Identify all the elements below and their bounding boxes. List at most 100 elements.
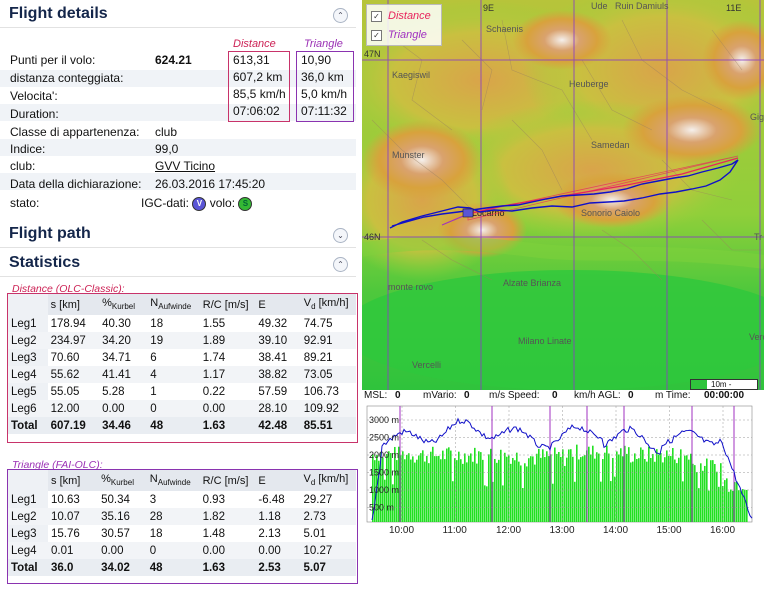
stats-cell: 1.55 bbox=[202, 317, 226, 330]
stats-cell: 39.10 bbox=[255, 332, 301, 349]
stats-cell: 0 bbox=[146, 542, 200, 559]
stats-column-header: %Kurbel bbox=[99, 294, 148, 315]
stats-row: Leg5 55.05 5.28 1 0.22 57.59 106.73 bbox=[8, 383, 356, 400]
stats-row: Leg1 10.63 50.34 3 0.93 -6.48 29.27 bbox=[8, 491, 356, 508]
stats-column-header: E bbox=[255, 294, 301, 315]
stats-cell: 1.48 bbox=[202, 527, 225, 540]
stats-cell: 35.16 bbox=[98, 508, 147, 525]
igc-label: IGC-dati: bbox=[141, 196, 190, 210]
stats-cell: 29.27 bbox=[303, 493, 333, 506]
volo-status-icon[interactable]: S bbox=[238, 196, 253, 211]
terrain-map[interactable]: 9E 11E 47N 46N Schaenis Ude Ruin Damiuls… bbox=[362, 0, 764, 390]
map-place-label: Veront bbox=[749, 332, 764, 342]
legend-triangle-label: Triangle bbox=[388, 29, 427, 41]
agl-value: 0 bbox=[628, 390, 634, 401]
left-panel: Flight details ⌃ Distance Triangle Punti… bbox=[0, 0, 362, 598]
stats-cell: 0.00 bbox=[199, 400, 256, 417]
stats-total-cell: 1.63 bbox=[199, 417, 256, 434]
stats-total-cell: 607.19 bbox=[47, 417, 100, 434]
legend-distance-toggle[interactable]: ✓ Distance bbox=[371, 10, 431, 22]
time-label: m Time: bbox=[655, 390, 691, 401]
distance-values-box: 613,31 607,2 km 85,5 km/h 07:06:02 bbox=[228, 51, 290, 122]
stats-cell: 10.63 bbox=[51, 493, 80, 506]
stats-cell: 73.05 bbox=[300, 366, 356, 383]
grid-label: 11E bbox=[726, 3, 741, 13]
triangle-points: 10,90 bbox=[301, 53, 332, 67]
x-axis-label: 12:00 bbox=[496, 525, 521, 536]
stats-cell: 1.74 bbox=[202, 351, 226, 364]
collapse-up-icon[interactable]: ⌃ bbox=[333, 257, 348, 272]
stats-cell: 15.76 bbox=[51, 527, 80, 540]
x-axis-label: 10:00 bbox=[389, 525, 414, 536]
stats-cell: 4 bbox=[147, 366, 200, 383]
map-place-label: monte rovo bbox=[388, 282, 433, 292]
stats-cell: 89.21 bbox=[303, 351, 333, 364]
stats-cell: 3 bbox=[149, 493, 157, 506]
scale-low-color bbox=[691, 380, 707, 389]
x-axis-label: 16:00 bbox=[710, 525, 735, 536]
agl-label: km/h AGL: bbox=[574, 390, 621, 401]
stats-column-header: Vd [km/h] bbox=[300, 294, 356, 315]
checkbox-checked-icon[interactable]: ✓ bbox=[371, 10, 382, 22]
detail-label: Duration: bbox=[10, 107, 59, 121]
club-link[interactable]: GVV Ticino bbox=[155, 159, 215, 173]
checkbox-checked-icon[interactable]: ✓ bbox=[371, 29, 382, 41]
stats-cell: 0.01 bbox=[48, 542, 99, 559]
stats-cell: 0 bbox=[147, 400, 200, 417]
stats-total-row: Total 607.19 34.46 48 1.63 42.48 85.51 bbox=[8, 417, 356, 434]
stats-cell: 0.22 bbox=[202, 385, 226, 398]
stats-cell: 0.00 bbox=[255, 542, 301, 559]
stats-cell: 41.41 bbox=[99, 366, 148, 383]
igc-status-icon[interactable]: V bbox=[192, 196, 207, 211]
expand-down-icon[interactable]: ⌄ bbox=[333, 228, 348, 243]
flight-path-title: Flight path bbox=[9, 225, 91, 242]
stats-cell: 0.00 bbox=[99, 400, 148, 417]
stats-cell: 70.60 bbox=[50, 351, 80, 364]
speed-value: 0 bbox=[552, 390, 558, 401]
stats-row: Leg6 12.00 0.00 0 0.00 28.10 109.92 bbox=[8, 400, 356, 417]
detail-label: stato: bbox=[10, 196, 40, 210]
stats-cell: Leg1 bbox=[8, 491, 49, 508]
y-axis-label: 2500 m bbox=[369, 433, 399, 443]
detail-label: Data della dichiarazione: bbox=[10, 177, 142, 191]
map-place-label: Kaegiswil bbox=[392, 70, 430, 80]
legend-triangle-toggle[interactable]: ✓ Triangle bbox=[371, 29, 427, 41]
status-values: IGC-dati: V volo: S bbox=[141, 196, 253, 211]
stats-row: Leg3 15.76 30.57 18 1.48 2.13 5.01 bbox=[8, 525, 356, 542]
map-place-label: Ruin Damiuls bbox=[615, 1, 669, 11]
stats-cell: Leg6 bbox=[8, 400, 48, 417]
stats-column-header: s [km] bbox=[47, 294, 100, 315]
stats-total-cell: 42.48 bbox=[255, 417, 301, 434]
map-place-label: Munster bbox=[392, 150, 425, 160]
map-place-label: Heuberge bbox=[569, 79, 609, 89]
stats-cell: -6.48 bbox=[258, 493, 285, 506]
flight-details-title: Flight details bbox=[9, 5, 108, 22]
legend-distance-label: Distance bbox=[388, 10, 431, 22]
stats-total-cell: Total bbox=[8, 559, 49, 576]
stats-column-header: NAufwinde bbox=[147, 294, 200, 315]
flight-details-header[interactable]: Flight details ⌃ bbox=[0, 3, 356, 28]
stats-cell: Leg5 bbox=[8, 383, 48, 400]
stats-cell: 1 bbox=[150, 385, 157, 398]
y-axis-label: 3000 m bbox=[369, 415, 399, 425]
statistics-header[interactable]: Statistics ⌃ bbox=[0, 252, 356, 277]
map-place-label: Samedan bbox=[591, 140, 630, 150]
stats-cell: 28.10 bbox=[255, 400, 301, 417]
flight-path-header[interactable]: Flight path ⌄ bbox=[0, 223, 356, 248]
stats-cell: 1.89 bbox=[199, 332, 256, 349]
collapse-up-icon[interactable]: ⌃ bbox=[333, 8, 348, 23]
stats-cell: 234.97 bbox=[47, 332, 100, 349]
stats-total-cell: 5.07 bbox=[300, 559, 356, 576]
index-value: 99,0 bbox=[155, 142, 179, 156]
start-marker-icon bbox=[462, 208, 474, 218]
stats-cell: 19 bbox=[147, 332, 200, 349]
stats-cell: Leg3 bbox=[8, 525, 49, 542]
grid-label: 47N bbox=[364, 49, 381, 59]
stats-cell: 1.17 bbox=[199, 366, 256, 383]
barogram-chart[interactable]: 3000 m 2500 m 2000 m 1500 m 1000 m 500 m 10:0… bbox=[362, 402, 764, 598]
stats-cell: 18 bbox=[149, 527, 163, 540]
stats-row: Leg3 70.60 34.71 6 1.74 38.41 89.21 bbox=[8, 349, 356, 366]
stats-cell: 178.94 bbox=[50, 317, 86, 330]
stats-header-row: s [km] %Kurbel NAufwinde R/C [m/s] E Vd [km/h… bbox=[8, 470, 356, 491]
detail-label: Classe di appartenenza: bbox=[10, 125, 140, 139]
